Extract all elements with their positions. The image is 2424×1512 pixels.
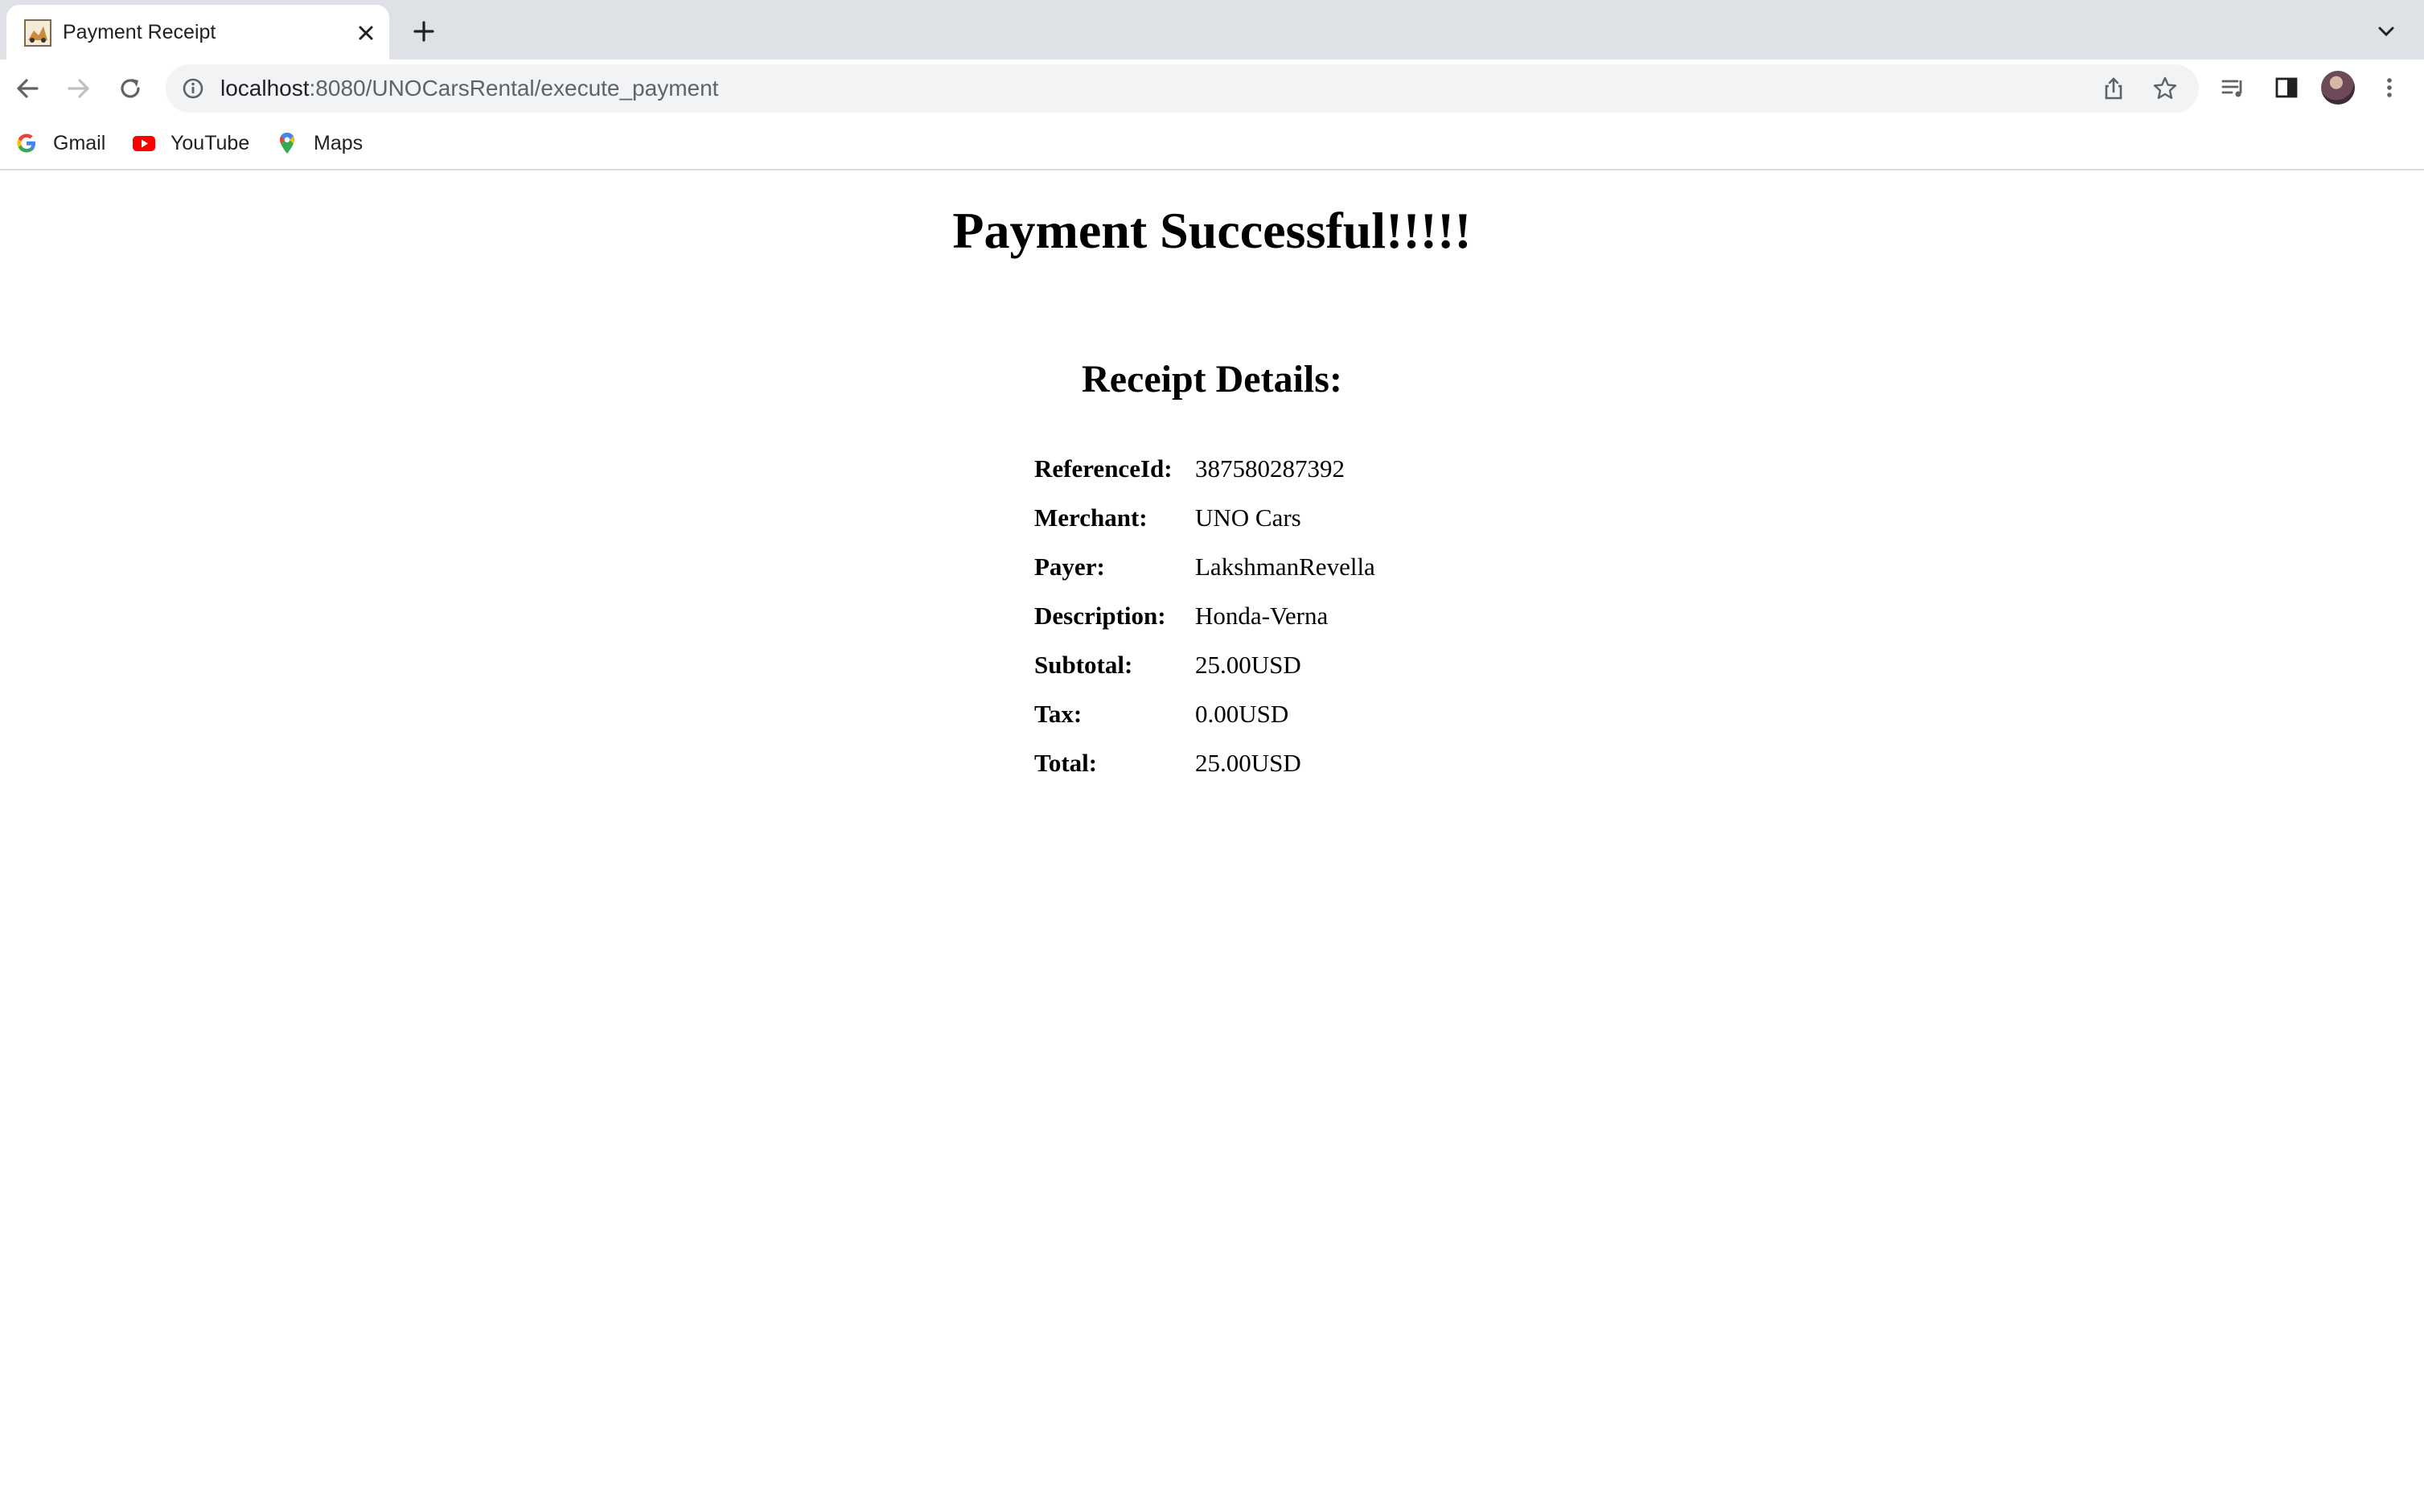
new-tab-plus-icon[interactable] [410, 18, 438, 45]
receipt-value: 25.00USD [1195, 650, 1301, 679]
url-path: :8080/UNOCarsRental/execute_payment [309, 76, 719, 101]
forward-arrow-icon[interactable] [64, 74, 93, 103]
receipt-value: 387580287392 [1195, 454, 1345, 483]
receipt-row-tax: Tax: 0.00USD [1034, 689, 1375, 738]
active-tab[interactable]: Payment Receipt [6, 5, 389, 60]
bookmark-star-icon[interactable] [2152, 76, 2178, 101]
receipt-value: LakshmanRevella [1195, 552, 1375, 581]
receipt-value: Honda-Verna [1195, 601, 1329, 630]
url-host: localhost [220, 76, 310, 101]
receipt-row-merchant: Merchant: UNO Cars [1034, 493, 1375, 542]
tab-search-chevron-icon[interactable] [2374, 19, 2398, 43]
reload-icon[interactable] [116, 74, 145, 103]
bookmarks-bar: Gmail YouTube Maps [0, 117, 2424, 171]
site-info-icon[interactable] [182, 77, 204, 100]
receipt-row-payer: Payer: LakshmanRevella [1034, 542, 1375, 591]
receipt-details-table: ReferenceId: 387580287392 Merchant: UNO … [1034, 444, 1375, 787]
receipt-row-total: Total: 25.00USD [1034, 738, 1375, 787]
page-content: Payment Successful!!!!! Receipt Details:… [0, 171, 2424, 1512]
receipt-label: Tax: [1034, 699, 1083, 728]
receipt-row-reference-id: ReferenceId: 387580287392 [1034, 444, 1375, 493]
receipt-label: Description: [1034, 601, 1166, 630]
url-text[interactable]: localhost:8080/UNOCarsRental/execute_pay… [220, 76, 718, 101]
receipt-value: UNO Cars [1195, 503, 1301, 532]
youtube-icon [133, 136, 155, 151]
bookmark-gmail[interactable]: Gmail [14, 129, 105, 158]
receipt-row-description: Description: Honda-Verna [1034, 591, 1375, 640]
bookmark-maps[interactable]: Maps [275, 129, 363, 158]
share-icon[interactable] [2101, 76, 2126, 101]
bookmark-youtube[interactable]: YouTube [132, 129, 249, 158]
reading-list-icon[interactable] [2220, 74, 2247, 101]
side-panel-icon[interactable] [2273, 74, 2300, 101]
address-bar[interactable]: localhost:8080/UNOCarsRental/execute_pay… [166, 64, 2199, 113]
google-icon [17, 134, 35, 153]
bookmark-label: Maps [314, 131, 364, 154]
maps-icon [280, 133, 294, 154]
receipt-label: ReferenceId: [1034, 454, 1173, 483]
receipt-value: 25.00USD [1195, 748, 1301, 777]
bookmark-label: YouTube [171, 131, 250, 154]
receipt-heading: Receipt Details: [1082, 358, 1342, 401]
receipt-label: Payer: [1034, 552, 1105, 581]
browser-toolbar: localhost:8080/UNOCarsRental/execute_pay… [0, 60, 2424, 117]
bookmark-label: Gmail [53, 131, 106, 154]
back-arrow-icon[interactable] [13, 74, 42, 103]
receipt-label: Subtotal: [1034, 650, 1133, 679]
receipt-value: 0.00USD [1195, 699, 1289, 728]
car-favicon-icon [24, 19, 51, 47]
tab-title: Payment Receipt [63, 21, 216, 43]
page-title: Payment Successful!!!!! [952, 202, 1472, 259]
receipt-label: Merchant: [1034, 503, 1148, 532]
kebab-menu-icon[interactable] [2376, 74, 2403, 101]
tab-strip: Payment Receipt [0, 0, 2424, 60]
profile-avatar[interactable] [2321, 71, 2355, 105]
close-tab-icon[interactable] [354, 21, 378, 45]
receipt-row-subtotal: Subtotal: 25.00USD [1034, 640, 1375, 689]
receipt-label: Total: [1034, 748, 1098, 777]
